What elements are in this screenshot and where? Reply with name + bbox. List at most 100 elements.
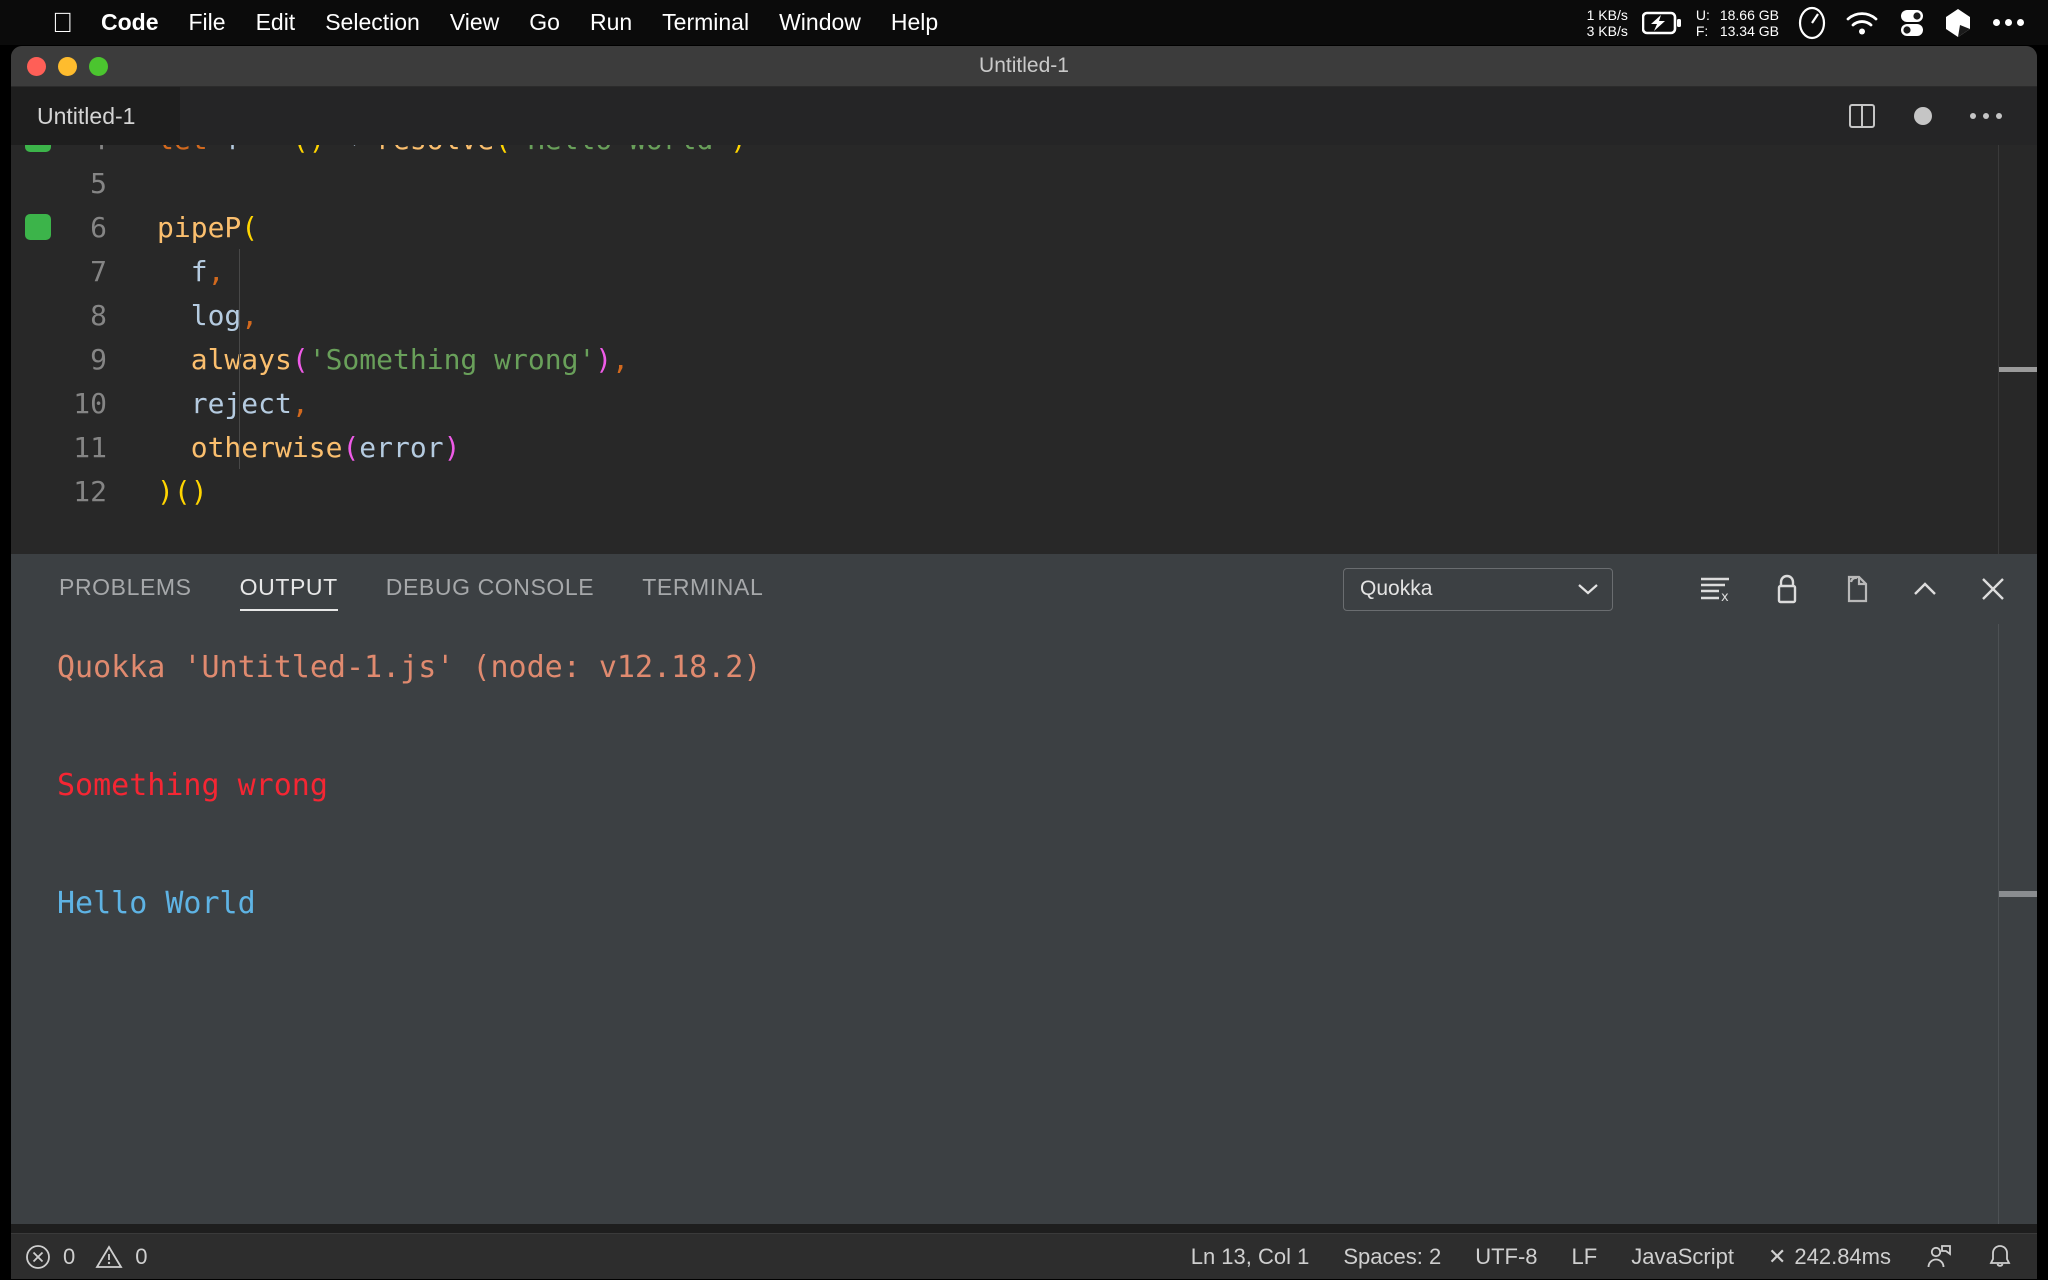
code-line[interactable]: 10 reject,	[11, 381, 2037, 425]
status-warning-count[interactable]: 0	[135, 1244, 147, 1270]
menu-item-help[interactable]: Help	[891, 9, 938, 36]
code-token: ,	[612, 342, 630, 376]
menu-item-go[interactable]: Go	[529, 9, 560, 36]
menu-item-file[interactable]: File	[189, 9, 226, 36]
editor-tab-bar: Untitled-1	[11, 87, 2037, 145]
tab-problems[interactable]: PROBLEMS	[59, 567, 192, 611]
memory-used-value: 18.66 GB	[1719, 6, 1779, 23]
clock-gauge-icon[interactable]	[1797, 6, 1827, 40]
code-text: always('Something wrong'),	[129, 343, 629, 376]
menu-item-run[interactable]: Run	[590, 9, 632, 36]
menu-item-edit[interactable]: Edit	[256, 9, 296, 36]
unsaved-dot-icon[interactable]	[1911, 104, 1935, 128]
menu-item-selection[interactable]: Selection	[325, 9, 420, 36]
status-quokka-timing[interactable]: ✕ 242.84ms	[1768, 1244, 1891, 1270]
apple-logo-icon[interactable]: 	[52, 8, 73, 37]
indent-guide	[239, 249, 240, 469]
status-bar-left: 0 0	[25, 1244, 148, 1270]
tab-untitled-1[interactable]: Untitled-1	[11, 87, 181, 145]
network-download-speed: 3 KB/s	[1586, 22, 1628, 39]
network-speed-indicator[interactable]: 1 KB/s 3 KB/s	[1587, 7, 1628, 39]
window-close-button[interactable]	[27, 56, 46, 76]
split-editor-icon[interactable]	[1847, 101, 1877, 131]
editor-scrollbar-thumb[interactable]	[1999, 367, 2037, 372]
code-token: f	[224, 145, 258, 156]
menu-item-terminal[interactable]: Terminal	[662, 9, 749, 36]
quokka-elapsed: 242.84ms	[1794, 1243, 1891, 1269]
panel-scrollbar-thumb[interactable]	[1999, 891, 2037, 897]
code-token: (	[342, 430, 360, 464]
tab-debug-console[interactable]: DEBUG CONSOLE	[386, 567, 594, 611]
more-actions-icon[interactable]	[1969, 110, 2003, 122]
output-line: Something wrong	[57, 768, 328, 803]
wifi-icon[interactable]	[1845, 10, 1879, 36]
code-line[interactable]: 6 pipeP(	[11, 205, 2037, 249]
code-text: )()	[129, 475, 208, 508]
status-language-mode[interactable]: JavaScript	[1631, 1244, 1734, 1270]
code-line[interactable]: 8 log,	[11, 293, 2037, 337]
chevron-down-icon	[1576, 581, 1600, 597]
menu-item-view[interactable]: View	[450, 9, 499, 36]
menu-bar-status-area: 1 KB/s 3 KB/s U: F: 18.66 GB 13.34 GB	[1587, 0, 2048, 45]
vscode-window: Untitled-1 Untitled-1 4let f = () ⇒	[10, 45, 2038, 1280]
menu-item-code[interactable]: Code	[101, 9, 159, 36]
control-center-icon[interactable]	[1897, 8, 1927, 38]
line-number: 12	[73, 474, 107, 508]
code-token: always	[157, 342, 292, 376]
maximize-panel-icon[interactable]	[1911, 578, 1939, 600]
clear-output-icon[interactable]: x	[1699, 574, 1733, 604]
code-line[interactable]: 4let f = () ⇒ resolve('Hello World')	[11, 145, 2037, 161]
battery-charging-icon[interactable]	[1641, 11, 1682, 35]
line-number: 10	[73, 386, 107, 420]
code-line[interactable]: 5	[11, 161, 2037, 205]
code-token: resolve	[376, 145, 494, 156]
warning-triangle-icon[interactable]	[95, 1244, 123, 1270]
output-content[interactable]: Quokka 'Untitled-1.js' (node: v12.18.2) …	[11, 624, 2037, 933]
status-encoding[interactable]: UTF-8	[1475, 1244, 1537, 1270]
feedback-smiley-icon[interactable]	[1925, 1243, 1953, 1271]
code-line[interactable]: 12 )()	[11, 469, 2037, 513]
app-badge-icon[interactable]	[1945, 8, 1971, 38]
lock-scroll-icon[interactable]	[1773, 573, 1801, 605]
output-channel-select[interactable]: Quokka	[1343, 567, 1613, 611]
line-number: 7	[90, 254, 107, 288]
more-dots-icon[interactable]	[1993, 19, 2024, 26]
status-indentation[interactable]: Spaces: 2	[1343, 1244, 1441, 1270]
notification-bell-icon[interactable]	[1987, 1243, 2013, 1271]
code-lines: 4let f = () ⇒ resolve('Hello World') 5 6pi…	[11, 145, 2037, 513]
window-zoom-button[interactable]	[89, 56, 108, 76]
tab-output-label: OUTPUT	[239, 573, 338, 600]
quokka-live-marker-icon	[25, 214, 51, 240]
code-token: otherwise	[157, 430, 343, 464]
code-line[interactable]: 7 f,	[11, 249, 2037, 293]
window-minimize-button[interactable]	[58, 56, 77, 76]
tab-output[interactable]: OUTPUT	[239, 567, 338, 611]
open-in-editor-icon[interactable]	[1841, 573, 1871, 605]
code-token: 'Hello World'	[511, 145, 730, 156]
editor-scrollbar-track	[1998, 145, 1999, 554]
close-panel-icon[interactable]	[1979, 575, 2007, 603]
code-text: otherwise(error)	[129, 430, 461, 464]
bottom-panel: PROBLEMS OUTPUT DEBUG CONSOLE TERMINAL Q…	[11, 554, 2037, 1224]
svg-text:x: x	[1721, 590, 1729, 604]
code-line[interactable]: 9 always('Something wrong'),	[11, 337, 2037, 381]
memory-usage-indicator[interactable]: U: F: 18.66 GB 13.34 GB	[1696, 7, 1779, 39]
code-token: pipeP	[157, 210, 242, 244]
code-token: ,	[241, 298, 259, 332]
tab-terminal[interactable]: TERMINAL	[642, 567, 763, 611]
editor-actions	[1847, 87, 2037, 145]
code-line[interactable]: 11 otherwise(error)	[11, 425, 2037, 469]
code-editor[interactable]: 4let f = () ⇒ resolve('Hello World') 5 6pi…	[11, 145, 2037, 554]
menu-item-window[interactable]: Window	[779, 9, 861, 36]
status-eol[interactable]: LF	[1572, 1244, 1598, 1270]
panel-scrollbar-track	[1998, 624, 1999, 1224]
code-token: reject	[157, 386, 292, 420]
status-error-count[interactable]: 0	[63, 1244, 75, 1270]
error-circle-icon[interactable]	[25, 1244, 51, 1270]
code-token: )	[190, 474, 208, 508]
code-token: ,	[207, 254, 225, 288]
output-line: Quokka 'Untitled-1.js' (node: v12.18.2)	[57, 650, 762, 685]
status-cursor-position[interactable]: Ln 13, Col 1	[1191, 1244, 1310, 1270]
